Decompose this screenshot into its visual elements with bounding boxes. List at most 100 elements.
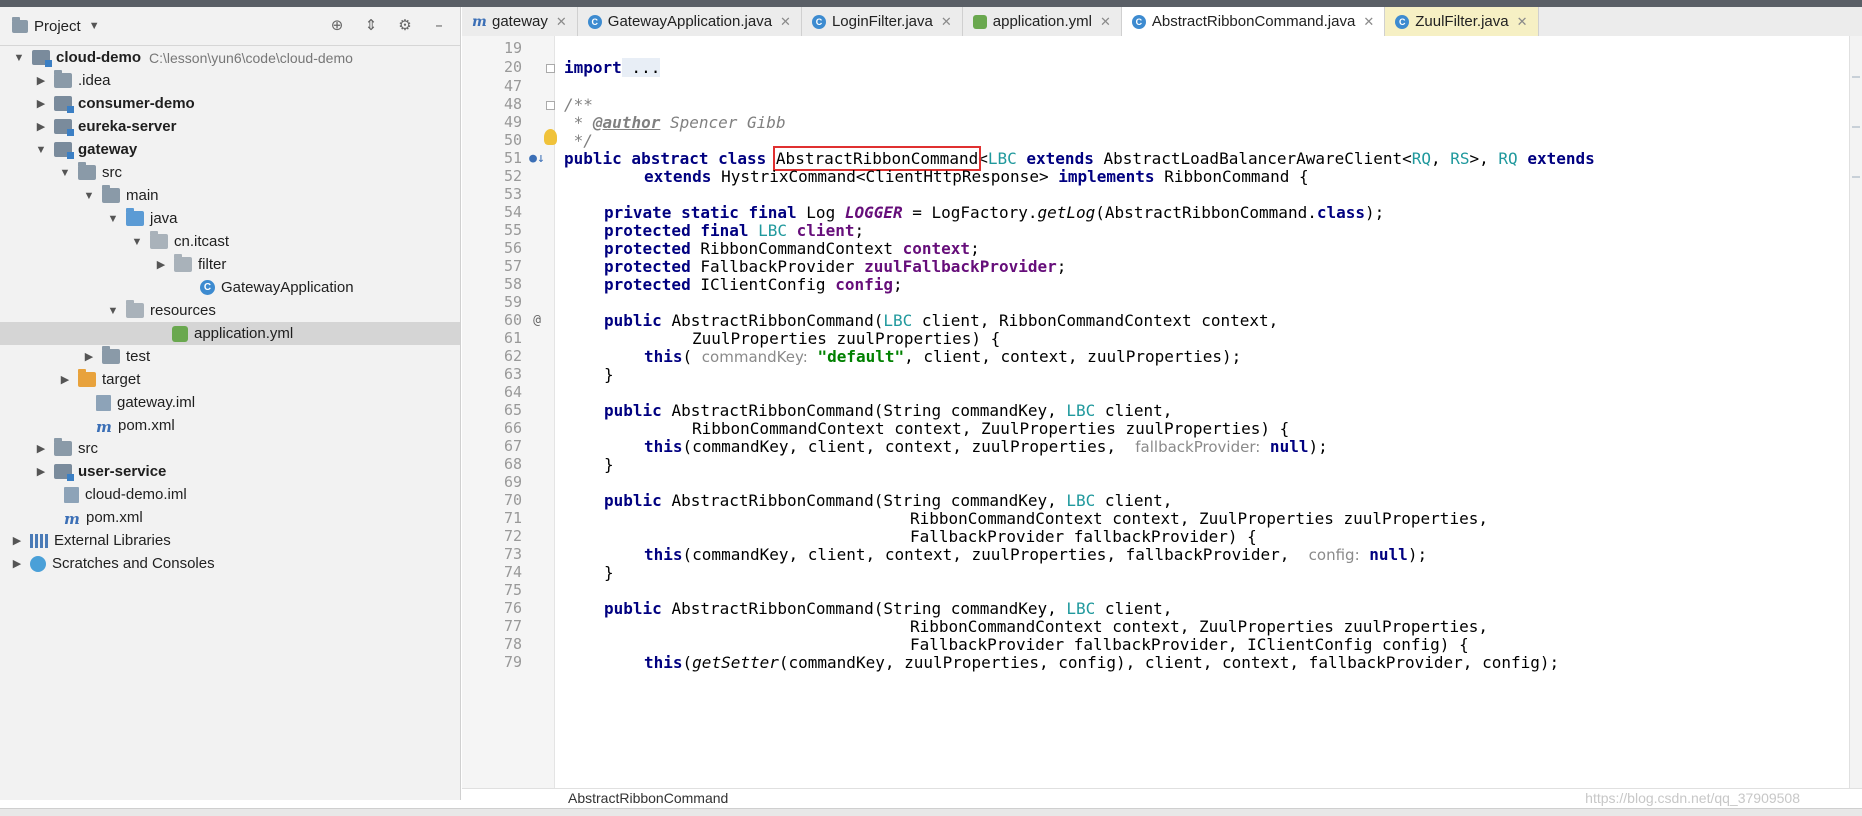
code-token: (commandKey, zuulProperties, config), cl… — [778, 653, 1560, 672]
code-token: ... — [621, 58, 661, 77]
fold-icon[interactable] — [546, 101, 555, 110]
chevron-down-icon[interactable]: ▼ — [34, 144, 48, 156]
tree-item-gateway-pom[interactable]: m pom.xml — [0, 414, 460, 437]
chevron-right-icon[interactable]: ▶ — [82, 350, 96, 363]
tree-item-resources[interactable]: ▼ resources — [0, 299, 460, 322]
locate-icon[interactable]: ⊕ — [328, 16, 346, 34]
tree-item-external-libraries[interactable]: ▶ External Libraries — [0, 529, 460, 552]
source-folder-icon — [126, 208, 144, 226]
editor-tabs: m gateway ✕ C GatewayApplication.java ✕ … — [462, 7, 1862, 37]
tab-label: application.yml — [992, 13, 1092, 30]
tree-item-gateway[interactable]: ▼ gateway — [0, 138, 460, 161]
class-icon: C — [811, 14, 826, 29]
module-icon — [32, 50, 52, 67]
tree-item-cloud-demo-iml[interactable]: cloud-demo.iml — [0, 483, 460, 506]
minimize-icon[interactable]: – — [430, 16, 448, 34]
close-icon[interactable]: ✕ — [1363, 14, 1374, 30]
tree-item-label: src — [78, 440, 98, 457]
tree-item-label: resources — [150, 302, 216, 319]
tree-item-consumer-demo[interactable]: ▶ consumer-demo — [0, 92, 460, 115]
folder-icon — [102, 185, 120, 203]
tree-item-gateway-application[interactable]: C GatewayApplication — [0, 276, 460, 299]
folder-icon — [54, 438, 72, 456]
module-icon — [54, 464, 74, 481]
project-panel-title: Project — [34, 17, 81, 35]
tree-item-root-pom[interactable]: m pom.xml — [0, 506, 460, 529]
tab-gateway-application[interactable]: C GatewayApplication.java ✕ — [578, 7, 802, 36]
chevron-right-icon[interactable]: ▶ — [10, 534, 24, 547]
tree-item-label: user-service — [78, 463, 167, 480]
tree-item-filter[interactable]: ▶ filter — [0, 253, 460, 276]
tree-item-idea[interactable]: ▶ .idea — [0, 69, 460, 92]
tab-zuul-filter[interactable]: C ZuulFilter.java ✕ — [1385, 7, 1539, 36]
tab-abstract-ribbon-command[interactable]: C AbstractRibbonCommand.java ✕ — [1121, 7, 1386, 36]
tree-item-src-root[interactable]: ▶ src — [0, 437, 460, 460]
editor-breadcrumb[interactable]: AbstractRibbonCommand https://blog.csdn.… — [462, 788, 1862, 809]
code-editor[interactable]: 19 20 import ... 47 48/** 49 * @author Sp… — [462, 36, 1862, 788]
chevron-down-icon[interactable]: ▼ — [12, 52, 26, 64]
tree-item-label: .idea — [78, 72, 111, 89]
chevron-right-icon[interactable]: ▶ — [34, 74, 48, 87]
tree-item-src[interactable]: ▼ src — [0, 161, 460, 184]
scrollbar-marker — [1852, 76, 1860, 78]
module-icon — [54, 142, 74, 159]
chevron-right-icon[interactable]: ▶ — [154, 258, 168, 271]
chevron-down-icon[interactable]: ▼ — [82, 190, 96, 202]
close-icon[interactable]: ✕ — [941, 14, 952, 30]
tab-application-yml[interactable]: application.yml ✕ — [963, 7, 1122, 36]
scratches-icon — [30, 555, 46, 572]
chevron-right-icon[interactable]: ▶ — [10, 557, 24, 570]
chevron-right-icon[interactable]: ▶ — [58, 373, 72, 386]
package-icon — [150, 231, 168, 249]
close-icon[interactable]: ✕ — [780, 14, 791, 30]
tree-item-test[interactable]: ▶ test — [0, 345, 460, 368]
tree-item-gateway-iml[interactable]: gateway.iml — [0, 391, 460, 414]
tree-item-java[interactable]: ▼ java — [0, 207, 460, 230]
tree-item-main[interactable]: ▼ main — [0, 184, 460, 207]
excluded-folder-icon — [78, 369, 96, 387]
tab-label: ZuulFilter.java — [1415, 13, 1509, 30]
breadcrumb-item[interactable]: AbstractRibbonCommand — [568, 790, 728, 806]
gear-icon[interactable]: ⚙ — [396, 16, 414, 34]
class-icon: C — [200, 280, 215, 295]
tree-item-cloud-demo[interactable]: ▼ cloud-demo C:\lesson\yun6\code\cloud-d… — [0, 46, 460, 69]
editor-scrollbar[interactable] — [1849, 36, 1862, 788]
chevron-down-icon[interactable]: ▼ — [106, 213, 120, 225]
chevron-down-icon[interactable]: ▼ — [106, 305, 120, 317]
watermark: https://blog.csdn.net/qq_37909508 — [1585, 790, 1800, 806]
close-icon[interactable]: ✕ — [556, 14, 567, 30]
tree-item-label: Scratches and Consoles — [52, 555, 215, 572]
chevron-right-icon[interactable]: ▶ — [34, 97, 48, 110]
tab-gateway[interactable]: m gateway ✕ — [462, 7, 578, 36]
project-view-selector[interactable]: Project ▼ — [12, 16, 100, 35]
tab-label: gateway — [492, 13, 548, 30]
close-icon[interactable]: ✕ — [1100, 14, 1111, 30]
chevron-down-icon[interactable]: ▼ — [58, 167, 72, 179]
code-token: ( — [682, 653, 693, 672]
tab-label: LoginFilter.java — [831, 13, 933, 30]
collapse-all-icon[interactable]: ⇕ — [362, 16, 380, 34]
tree-item-label: src — [102, 164, 122, 181]
tree-item-cn-itcast[interactable]: ▼ cn.itcast — [0, 230, 460, 253]
tab-login-filter[interactable]: C LoginFilter.java ✕ — [802, 7, 963, 36]
tree-item-scratches[interactable]: ▶ Scratches and Consoles — [0, 552, 460, 575]
tree-item-label: GatewayApplication — [221, 279, 354, 296]
tree-item-application-yml[interactable]: application.yml — [0, 322, 460, 345]
chevron-down-icon: ▼ — [88, 20, 100, 32]
chevron-right-icon[interactable]: ▶ — [34, 120, 48, 133]
tree-item-label: test — [126, 348, 151, 365]
class-icon: C — [587, 14, 602, 29]
chevron-right-icon[interactable]: ▶ — [34, 465, 48, 478]
tree-item-label: gateway — [78, 141, 138, 158]
fold-icon[interactable] — [546, 64, 555, 73]
resources-folder-icon — [126, 300, 144, 318]
class-icon: C — [1131, 14, 1146, 29]
tree-item-user-service[interactable]: ▶ user-service — [0, 460, 460, 483]
tree-item-eureka-server[interactable]: ▶ eureka-server — [0, 115, 460, 138]
chevron-right-icon[interactable]: ▶ — [34, 442, 48, 455]
close-icon[interactable]: ✕ — [1517, 14, 1528, 30]
chevron-down-icon[interactable]: ▼ — [130, 236, 144, 248]
tree-item-label: pom.xml — [86, 509, 143, 526]
tree-item-target[interactable]: ▶ target — [0, 368, 460, 391]
project-folder-icon — [12, 16, 28, 33]
